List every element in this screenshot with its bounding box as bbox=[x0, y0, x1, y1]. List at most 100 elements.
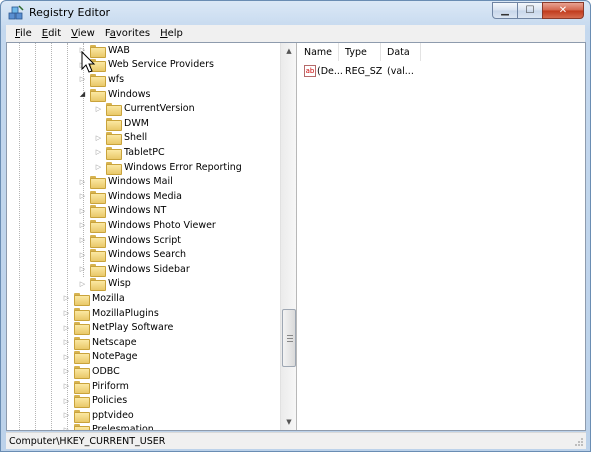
tree-item[interactable]: ▷ MozillaPlugins bbox=[62, 306, 159, 321]
expand-arrow-icon[interactable]: ▷ bbox=[62, 335, 71, 349]
expand-arrow-icon[interactable]: ▷ bbox=[62, 423, 71, 430]
resize-grip-icon[interactable] bbox=[574, 437, 584, 447]
tree-item-label: Windows Search bbox=[108, 249, 187, 261]
menu-help-label: elp bbox=[167, 28, 183, 39]
tree-guide-line bbox=[19, 43, 20, 430]
expand-arrow-icon[interactable]: ▷ bbox=[62, 408, 71, 422]
tree-item[interactable]: ▷ Netscape bbox=[62, 335, 137, 350]
folder-icon bbox=[74, 395, 90, 409]
folder-icon bbox=[106, 132, 122, 146]
value-name-cell: ab (De... bbox=[304, 63, 343, 79]
tree-item[interactable]: ▷ TabletPC bbox=[94, 145, 165, 160]
expand-arrow-icon[interactable]: ▷ bbox=[62, 364, 71, 378]
expand-arrow-icon[interactable]: ▷ bbox=[78, 175, 87, 189]
folder-icon bbox=[90, 190, 106, 204]
folder-icon bbox=[74, 292, 90, 306]
folder-icon bbox=[90, 88, 106, 102]
tree-item[interactable]: ▷ CurrentVersion bbox=[94, 101, 195, 117]
tree-item[interactable]: ▷ ODBC bbox=[62, 364, 120, 379]
folder-icon bbox=[106, 117, 122, 131]
folder-icon bbox=[74, 380, 90, 394]
expand-arrow-icon[interactable]: ▷ bbox=[78, 189, 87, 203]
tree-item[interactable]: ▷ Mozilla bbox=[62, 291, 125, 306]
tree-item[interactable]: ▷ NotePage bbox=[62, 350, 138, 365]
collapse-arrow-icon[interactable]: ◢ bbox=[78, 87, 87, 101]
menu-help[interactable]: Help bbox=[155, 28, 188, 39]
tree-item-label: Windows Media bbox=[108, 190, 182, 202]
tree-item-label: Windows Photo Viewer bbox=[108, 219, 216, 231]
scroll-thumb[interactable] bbox=[282, 309, 296, 367]
tree-item[interactable]: ▷ Windows NT bbox=[78, 204, 166, 219]
column-header-name[interactable]: Name bbox=[298, 43, 339, 61]
minimize-button[interactable]: ▁ bbox=[492, 2, 518, 19]
menu-view[interactable]: View bbox=[66, 28, 100, 39]
expand-arrow-icon[interactable]: ▷ bbox=[78, 277, 87, 291]
scroll-up-button[interactable]: ▲ bbox=[281, 43, 296, 59]
folder-icon bbox=[74, 424, 90, 430]
tree-item[interactable]: ▷ Windows Script bbox=[78, 233, 181, 248]
tree-item-label: ODBC bbox=[92, 365, 120, 377]
list-item[interactable]: ab (De... REG_SZ (val... bbox=[298, 63, 585, 79]
tree-item-label: wfs bbox=[108, 73, 125, 85]
expand-arrow-icon[interactable]: ▷ bbox=[94, 160, 103, 174]
tree-item[interactable]: ▷ pptvideo bbox=[62, 408, 134, 423]
close-button[interactable]: ✕ bbox=[542, 2, 584, 19]
title-bar[interactable]: Registry Editor ▁ ☐ ✕ bbox=[1, 1, 590, 25]
menu-favorites[interactable]: Favorites bbox=[100, 28, 155, 39]
expand-arrow-icon[interactable]: ▷ bbox=[94, 145, 103, 159]
expand-arrow-icon[interactable]: ▷ bbox=[94, 131, 103, 145]
tree-item[interactable]: ▷ Wisp bbox=[78, 277, 131, 292]
expand-arrow-icon[interactable]: ▷ bbox=[62, 291, 71, 305]
tree-item[interactable]: ◢ Windows bbox=[78, 87, 150, 102]
maximize-icon: ☐ bbox=[525, 5, 535, 16]
tree-item[interactable]: ▷ Windows Photo Viewer bbox=[78, 218, 216, 233]
tree-vertical-scrollbar[interactable]: ▲ ▼ bbox=[280, 43, 296, 430]
tree-item[interactable]: ▷ Windows Sidebar bbox=[78, 262, 190, 277]
window-title: Registry Editor bbox=[29, 6, 111, 19]
menu-file[interactable]: File bbox=[10, 28, 37, 39]
expand-arrow-icon[interactable]: ▷ bbox=[78, 204, 87, 218]
tree-item[interactable]: ▷ Windows Search bbox=[78, 247, 187, 263]
menu-edit[interactable]: Edit bbox=[37, 28, 66, 39]
expand-arrow-icon[interactable]: ▷ bbox=[62, 379, 71, 393]
value-list-pane[interactable]: Name Type Data ab (De... REG_SZ (val... bbox=[298, 43, 585, 430]
key-tree-pane[interactable]: ▷WAB▷Web Service Providers▷wfs◢Windows▷C… bbox=[7, 43, 297, 430]
expand-arrow-icon[interactable]: ▷ bbox=[62, 394, 71, 408]
expand-arrow-icon[interactable]: ▷ bbox=[78, 233, 87, 247]
maximize-button[interactable]: ☐ bbox=[517, 2, 543, 19]
tree-item[interactable]: ▷ Shell bbox=[94, 131, 147, 146]
tree-item[interactable]: ▷ NetPlay Software bbox=[62, 320, 173, 336]
tree-item[interactable]: DWM bbox=[94, 116, 149, 131]
tree-item[interactable]: ▷ Windows Mail bbox=[78, 174, 173, 190]
folder-icon bbox=[90, 234, 106, 248]
tree-item-label: Piriform bbox=[92, 380, 129, 392]
tree-item-label: DWM bbox=[124, 117, 149, 129]
tree-item[interactable]: ▷ Prelesmation bbox=[62, 423, 154, 430]
tree-item-label: Windows Error Reporting bbox=[124, 161, 242, 173]
tree-item[interactable]: ▷ Policies bbox=[62, 393, 128, 409]
tree-item-label: Windows NT bbox=[108, 205, 167, 217]
folder-icon bbox=[106, 103, 122, 117]
tree-item-label: NotePage bbox=[92, 351, 138, 363]
tree-guide-line bbox=[35, 43, 36, 430]
tree-item-label: TabletPC bbox=[124, 146, 165, 158]
client-area: ▷WAB▷Web Service Providers▷wfs◢Windows▷C… bbox=[6, 42, 586, 431]
value-data: (val... bbox=[387, 65, 414, 77]
column-header-type[interactable]: Type bbox=[339, 43, 381, 61]
expand-arrow-icon[interactable]: ▷ bbox=[78, 262, 87, 276]
tree-item[interactable]: ▷ Windows Error Reporting bbox=[94, 160, 242, 175]
expand-arrow-icon[interactable]: ▷ bbox=[78, 248, 87, 262]
expand-arrow-icon[interactable]: ▷ bbox=[78, 218, 87, 232]
expand-arrow-icon[interactable]: ▷ bbox=[62, 321, 71, 335]
tree-item[interactable]: ▷ Piriform bbox=[62, 379, 129, 394]
tree-item-label: Policies bbox=[92, 395, 128, 407]
registry-editor-icon bbox=[8, 5, 24, 20]
tree-item[interactable]: ▷ Windows Media bbox=[78, 189, 182, 204]
expand-arrow-icon[interactable]: ▷ bbox=[62, 350, 71, 364]
tree-item-label: CurrentVersion bbox=[124, 103, 195, 115]
tree-item[interactable]: ▷Web Service Providers bbox=[78, 58, 214, 73]
expand-arrow-icon[interactable]: ▷ bbox=[62, 306, 71, 320]
scroll-down-button[interactable]: ▼ bbox=[281, 414, 296, 430]
expand-arrow-icon[interactable]: ▷ bbox=[94, 102, 103, 116]
column-header-data[interactable]: Data bbox=[381, 43, 421, 61]
